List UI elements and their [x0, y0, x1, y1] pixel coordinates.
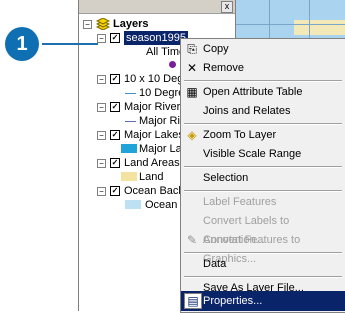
polygon-symbol — [121, 144, 137, 153]
menu-label: Selection — [203, 172, 249, 184]
menu-item-convert-features[interactable]: ✎ Convert Features to Graphics... — [181, 231, 345, 265]
zoom-to-layer-icon: ◈ — [187, 128, 197, 142]
layers-label: Layers — [113, 18, 149, 30]
close-icon[interactable]: x — [221, 1, 233, 13]
menu-item-remove[interactable]: ✕ Remove — [181, 59, 345, 78]
toc-titlebar: x — [79, 0, 235, 14]
visibility-checkbox[interactable]: ✓ — [110, 33, 120, 43]
menu-item-visible-scale-range[interactable]: Visible Scale Range — [181, 145, 345, 164]
menu-item-convert-labels[interactable]: Convert Labels to Annotation... — [181, 212, 345, 246]
collapse-icon[interactable]: − — [97, 131, 106, 140]
visibility-checkbox[interactable]: ✓ — [110, 158, 120, 168]
menu-label: Data — [203, 258, 227, 270]
visibility-checkbox[interactable]: ✓ — [110, 102, 120, 112]
visibility-checkbox[interactable]: ✓ — [110, 186, 120, 196]
menu-label: Open Attribute Table — [203, 86, 303, 98]
menu-item-zoom-to-layer[interactable]: ◈ Zoom To Layer — [181, 126, 345, 145]
menu-label: Remove — [203, 62, 244, 74]
menu-separator — [184, 80, 342, 82]
legend-label: Major Riv — [139, 115, 186, 127]
visibility-checkbox[interactable]: ✓ — [110, 130, 120, 140]
menu-separator — [184, 276, 342, 278]
layer-label[interactable]: Major Rivers — [124, 100, 186, 114]
menu-item-open-attribute-table[interactable]: ▦ Open Attribute Table — [181, 83, 345, 102]
collapse-icon[interactable]: − — [97, 75, 106, 84]
visibility-checkbox[interactable]: ✓ — [110, 74, 120, 84]
properties-icon: ▤ — [184, 293, 202, 309]
menu-separator — [184, 123, 342, 125]
collapse-icon[interactable]: − — [97, 187, 106, 196]
point-symbol — [169, 61, 176, 68]
layer-label[interactable]: season1995 — [124, 31, 188, 45]
menu-label: Visible Scale Range — [203, 148, 302, 160]
menu-separator — [184, 252, 342, 254]
layer-label[interactable]: Land Areas — [124, 156, 180, 170]
menu-label: Joins and Relates — [203, 105, 291, 117]
step-callout: 1 — [5, 27, 39, 61]
menu-item-properties[interactable]: ▤ Properties... — [181, 291, 345, 311]
line-symbol — [125, 93, 136, 94]
line-symbol — [125, 121, 136, 122]
collapse-icon[interactable]: − — [97, 103, 106, 112]
layer-label[interactable]: Major Lakes — [124, 128, 184, 142]
menu-separator — [184, 190, 342, 192]
legend-label: Land — [139, 171, 164, 183]
collapse-icon[interactable]: − — [97, 159, 106, 168]
menu-item-label-features[interactable]: Label Features — [181, 193, 345, 212]
callout-line — [42, 43, 98, 45]
menu-separator — [184, 166, 342, 168]
remove-icon: ✕ — [186, 61, 198, 75]
layer-context-menu: ⎘ Copy ✕ Remove ▦ Open Attribute Table J… — [180, 38, 345, 313]
legend-label: Ocean — [145, 199, 178, 211]
menu-label: Properties... — [203, 295, 263, 307]
convert-graphics-icon: ✎ — [186, 233, 198, 247]
menu-item-selection[interactable]: Selection — [181, 169, 345, 188]
menu-item-data[interactable]: Data — [181, 255, 345, 274]
menu-item-joins-relates[interactable]: Joins and Relates — [181, 102, 345, 121]
table-icon: ▦ — [186, 85, 198, 99]
polygon-symbol — [121, 172, 137, 181]
menu-label: Copy — [203, 43, 229, 55]
collapse-icon[interactable]: − — [97, 34, 106, 43]
menu-item-copy[interactable]: ⎘ Copy — [181, 40, 345, 59]
menu-label: Zoom To Layer — [203, 129, 277, 141]
layer-label[interactable]: 10 x 10 Degr — [124, 72, 187, 86]
layers-icon — [95, 17, 111, 31]
copy-icon: ⎘ — [187, 42, 197, 56]
collapse-icon[interactable]: − — [83, 20, 92, 29]
menu-label: Label Features — [203, 196, 277, 208]
polygon-symbol — [125, 200, 141, 209]
